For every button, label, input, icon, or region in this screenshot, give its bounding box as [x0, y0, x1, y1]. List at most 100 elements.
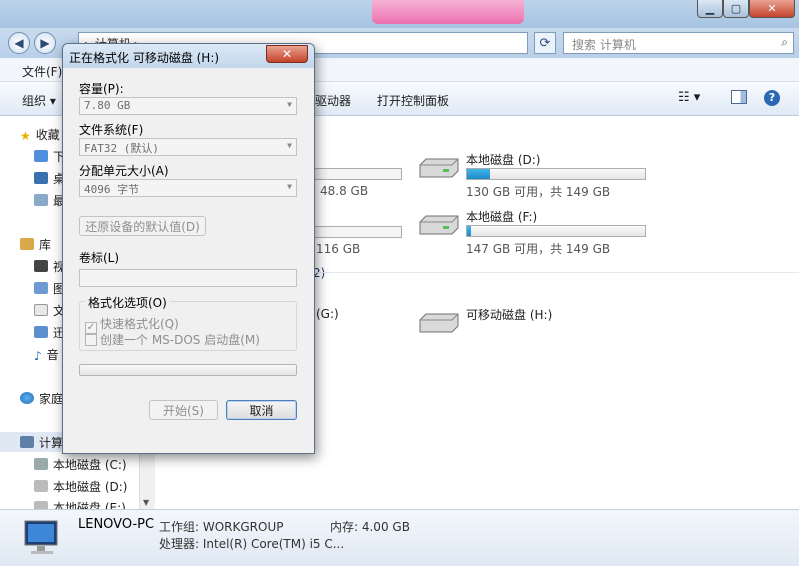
- hard-drive-icon: [419, 158, 459, 178]
- documents-icon: [34, 304, 48, 316]
- preview-pane-icon[interactable]: [731, 90, 747, 104]
- drive-free-text: 130 GB 可用，共 149 GB: [466, 185, 611, 199]
- computer-large-icon: [24, 520, 58, 554]
- restore-defaults-button[interactable]: 还原设备的默认值(D): [79, 216, 206, 236]
- nav-libraries[interactable]: 库: [20, 236, 51, 253]
- recent-icon: [34, 194, 48, 206]
- allocation-value: 4096 字节: [84, 183, 140, 196]
- chevron-down-icon: ▼: [287, 141, 292, 150]
- title-bar[interactable]: ▁ ▢ ✕: [0, 0, 799, 28]
- map-drive-button[interactable]: 驱动器: [315, 92, 351, 109]
- nav-homegroup-label: 家庭: [39, 392, 64, 406]
- maximize-button[interactable]: ▢: [723, 0, 749, 18]
- drive-capacity-bar: [306, 226, 402, 238]
- homegroup-icon: [20, 392, 34, 404]
- drive-f[interactable]: 本地磁盘 (F:) 147 GB 可用，共 149 GB: [416, 208, 656, 258]
- memory-text: 内存: 4.00 GB: [330, 520, 410, 534]
- drive-capacity-bar: [466, 225, 646, 237]
- volume-label-input[interactable]: [79, 269, 297, 287]
- music-icon: ♪: [34, 349, 42, 363]
- dialog-close-button[interactable]: ✕: [266, 45, 308, 63]
- minimize-button[interactable]: ▁: [697, 0, 723, 18]
- back-button[interactable]: ◀: [8, 32, 30, 54]
- drive-name: 可移动磁盘 (H:): [466, 308, 553, 322]
- filesystem-select[interactable]: FAT32 (默认) ▼: [79, 138, 297, 156]
- msdos-boot-label: 创建一个 MS-DOS 启动盘(M): [100, 333, 260, 347]
- refresh-button[interactable]: ⟳: [534, 32, 556, 54]
- cancel-label: 取消: [249, 403, 274, 418]
- drive-free-text: 147 GB 可用，共 149 GB: [466, 242, 611, 256]
- search-input[interactable]: 搜索 计算机 ⌕: [563, 32, 794, 54]
- dialog-title-bar[interactable]: 正在格式化 可移动磁盘 (H:) ✕: [63, 44, 314, 68]
- details-pane: LENOVO-PC 工作组: WORKGROUP 内存: 4.00 GB 处理器…: [0, 509, 799, 566]
- drive-icon: [34, 480, 48, 492]
- nav-lib-item[interactable]: 迅: [34, 324, 65, 341]
- drive-d[interactable]: 本地磁盘 (D:) 130 GB 可用，共 149 GB: [416, 151, 656, 201]
- nav-lib-item[interactable]: 文: [34, 302, 65, 319]
- nav-drive-item[interactable]: 本地磁盘 (D:): [34, 478, 127, 495]
- format-options-title: 格式化选项(O): [85, 294, 170, 311]
- cancel-button[interactable]: 取消: [226, 400, 297, 420]
- nav-drive-label: 本地磁盘 (C:): [53, 458, 127, 472]
- capacity-value: 7.80 GB: [84, 99, 131, 112]
- checkbox-icon: [85, 334, 97, 346]
- nav-fav-item[interactable]: 下: [34, 148, 65, 165]
- refresh-icon: ⟳: [539, 35, 551, 51]
- pictures-icon: [34, 282, 48, 294]
- drive-g-label[interactable]: (G:): [316, 307, 339, 321]
- capacity-select[interactable]: 7.80 GB ▼: [79, 97, 297, 115]
- format-progress-bar: [79, 364, 297, 376]
- nav-drive-label: 本地磁盘 (D:): [53, 480, 128, 494]
- chevron-down-icon: ▼: [287, 182, 292, 191]
- desktop-icon: [34, 172, 48, 184]
- forward-button[interactable]: ▶: [34, 32, 56, 54]
- pc-name: LENOVO-PC: [78, 517, 155, 532]
- search-placeholder: 搜索 计算机: [572, 38, 636, 52]
- allocation-select[interactable]: 4096 字节 ▼: [79, 179, 297, 197]
- removable-drive-h[interactable]: 可移动磁盘 (H:): [416, 306, 616, 336]
- volume-label: 卷标(L): [79, 251, 120, 265]
- msdos-boot-checkbox[interactable]: 创建一个 MS-DOS 启动盘(M): [85, 331, 260, 348]
- open-control-panel-button[interactable]: 打开控制面板: [377, 92, 449, 109]
- drive-capacity-fill: [467, 169, 491, 179]
- start-button[interactable]: 开始(S): [149, 400, 218, 420]
- workgroup-text: 工作组: WORKGROUP: [159, 520, 284, 534]
- close-icon: ✕: [281, 47, 293, 61]
- dialog-title: 正在格式化 可移动磁盘 (H:): [69, 51, 220, 65]
- computer-icon: [20, 436, 34, 448]
- nav-drive-item[interactable]: 本地磁盘 (C:): [34, 456, 127, 473]
- organize-button[interactable]: 组织 ▾: [22, 92, 56, 109]
- thunder-icon: [34, 326, 48, 338]
- drive-icon: [34, 458, 48, 470]
- drive-name: 本地磁盘 (F:): [466, 210, 538, 224]
- nav-lib-item[interactable]: 视: [34, 258, 65, 275]
- hard-drive-icon: [419, 215, 459, 235]
- nav-libraries-label: 库: [39, 238, 52, 252]
- nav-fav-item[interactable]: 最: [34, 192, 65, 209]
- close-button[interactable]: ✕: [749, 0, 795, 18]
- folder-icon: [34, 150, 48, 162]
- view-options-icon[interactable]: ☷ ▾: [678, 90, 700, 105]
- nav-lib-item[interactable]: 图: [34, 280, 65, 297]
- nav-homegroup[interactable]: 家庭: [20, 390, 63, 407]
- help-icon[interactable]: ?: [764, 90, 780, 106]
- nav-favorites[interactable]: ★ 收藏: [20, 126, 60, 143]
- scroll-down-icon[interactable]: ▼: [143, 498, 149, 507]
- drive-free-text: 48.8 GB: [320, 184, 369, 198]
- filesystem-value: FAT32 (默认): [84, 142, 159, 155]
- drive-capacity-bar: [306, 168, 402, 180]
- drive-capacity-fill: [467, 226, 471, 236]
- nav-favorites-label: 收藏: [35, 128, 60, 142]
- chevron-down-icon: ▼: [287, 100, 292, 109]
- nav-lib-label: 音: [46, 348, 59, 362]
- video-icon: [34, 260, 48, 272]
- menu-file[interactable]: 文件(F): [22, 63, 62, 80]
- capacity-label: 容量(P):: [79, 82, 124, 96]
- nav-lib-item[interactable]: ♪ 音: [34, 346, 59, 363]
- removable-drive-icon: [419, 313, 459, 333]
- nav-fav-item[interactable]: 桌: [34, 170, 65, 187]
- star-icon: ★: [20, 129, 31, 143]
- drive-capacity-bar: [466, 168, 646, 180]
- allocation-label: 分配单元大小(A): [79, 164, 169, 178]
- restore-defaults-label: 还原设备的默认值(D): [85, 219, 200, 234]
